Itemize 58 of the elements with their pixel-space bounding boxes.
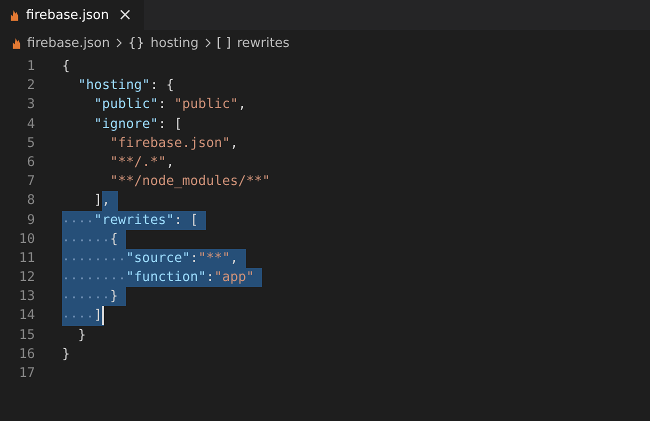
line-number: 6	[26, 154, 35, 172]
symbol-icon: [ ]	[216, 36, 231, 50]
code-token: "source"	[126, 250, 190, 268]
editor-tab[interactable]: firebase.json ×	[0, 0, 144, 30]
breadcrumb-item[interactable]: firebase.json	[27, 36, 110, 50]
code-token: : [	[158, 116, 182, 134]
code-token: "function"	[126, 269, 206, 288]
line-number: 17	[18, 365, 35, 383]
line-number: 3	[26, 96, 35, 114]
line-number: 7	[26, 173, 35, 192]
line-number: 16	[18, 346, 35, 364]
code-token: ,	[166, 154, 174, 172]
breadcrumb-item[interactable]: rewrites	[236, 36, 290, 50]
breadcrumb-item[interactable]: hosting	[150, 36, 199, 50]
flame-icon	[12, 36, 21, 50]
code-token: :	[206, 269, 214, 288]
flame-icon	[10, 8, 19, 22]
code-token: ,	[230, 134, 238, 153]
code-token: "ignore"	[94, 116, 158, 134]
code-token: }	[62, 346, 70, 364]
code-token: ,	[102, 192, 110, 210]
code-token: "firebase.json"	[110, 134, 230, 153]
chevron-icon	[116, 38, 122, 48]
line-number: 4	[26, 116, 35, 134]
line-number: 5	[26, 134, 35, 153]
code-token: "hosting"	[78, 77, 150, 96]
code-token: "rewrites"	[94, 212, 174, 230]
code-token: {	[62, 58, 70, 76]
line-number: 15	[18, 326, 35, 345]
chevron-icon	[204, 38, 211, 48]
line-number: 14	[18, 307, 35, 326]
code-token: : {	[150, 77, 174, 96]
code-token: ]	[94, 307, 102, 326]
line-number: 8	[26, 192, 35, 210]
code-token: ]	[94, 192, 102, 210]
symbol-icon: {}	[128, 36, 144, 50]
code-token: "**/node_modules/**"	[110, 173, 270, 192]
close-button[interactable]: ×	[116, 5, 134, 25]
code-token: }	[78, 326, 86, 345]
line-number: 2	[26, 77, 35, 96]
line-number: 12	[18, 269, 35, 288]
code-token: :	[190, 250, 198, 268]
code-token: : [	[174, 212, 198, 230]
code-token: }	[110, 288, 118, 306]
code-token: ,	[230, 250, 238, 268]
line-number: 10	[18, 230, 35, 249]
line-number: 11	[18, 250, 35, 268]
code-token: "public"	[94, 96, 158, 114]
code-token: {	[110, 230, 118, 249]
code-token: :	[158, 96, 168, 114]
code-token: "app"	[214, 269, 254, 288]
code-token: "**/.*"	[110, 154, 166, 172]
code-token: ,	[238, 96, 246, 114]
code-token: "**"	[198, 250, 230, 268]
line-number: 13	[18, 288, 35, 306]
line-number: 1	[26, 58, 35, 76]
code-token: "public"	[174, 96, 238, 114]
line-number: 9	[26, 212, 35, 230]
